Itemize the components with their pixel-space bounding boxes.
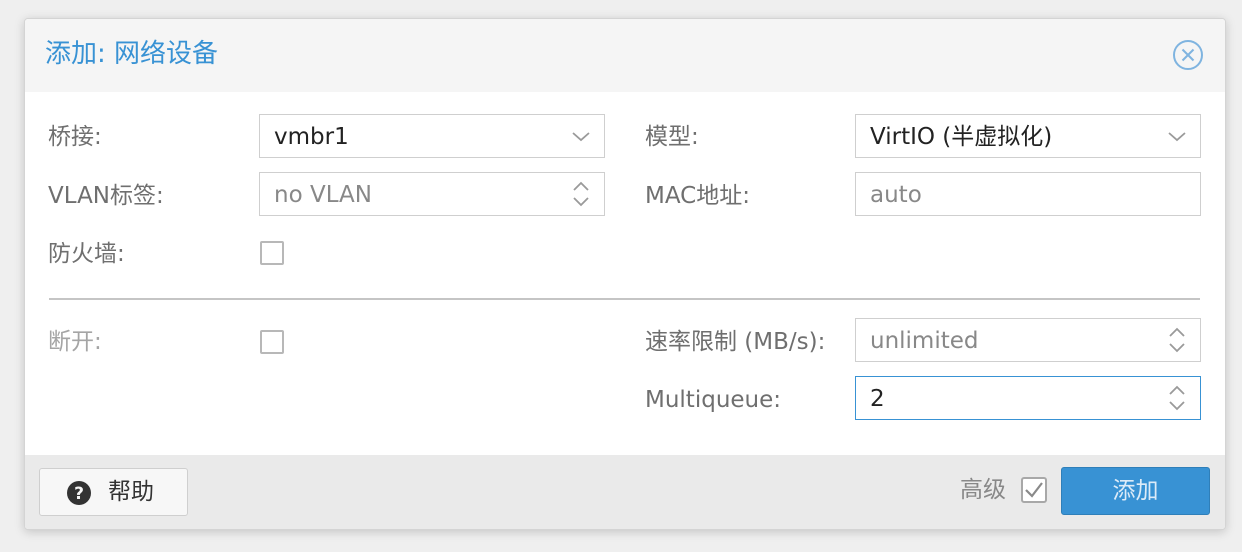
firewall-checkbox[interactable] [260,241,284,265]
dialog-title: 添加: 网络设备 [45,39,219,69]
dialog-header: 添加: 网络设备 [25,19,1225,92]
bridge-combobox[interactable]: vmbr1 [259,114,605,158]
spinner-arrows-icon[interactable] [566,178,596,210]
rate-limit-input[interactable]: unlimited [855,318,1201,362]
advanced-label: 高级 [960,477,1006,503]
dialog-footer: ? 帮助 高级 添加 [25,455,1225,529]
rate-limit-label: 速率限制 (MB/s): [645,329,826,355]
mac-address-field[interactable]: auto [855,172,1201,216]
add-button[interactable]: 添加 [1061,467,1210,515]
model-label: 模型: [645,124,699,150]
help-button[interactable]: ? 帮助 [39,468,188,516]
disconnect-label: 断开: [48,329,102,355]
chevron-down-icon[interactable] [566,120,596,152]
vlan-label: VLAN标签: [48,183,164,209]
mac-placeholder: auto [870,182,922,208]
section-divider [49,298,1200,300]
multiqueue-input[interactable]: 2 [855,376,1201,420]
add-network-device-dialog: 添加: 网络设备 桥接: vmbr1 VLAN标签: no VLAN 防火墙: … [24,18,1226,530]
model-combobox[interactable]: VirtIO (半虚拟化) [855,114,1201,158]
rate-limit-placeholder: unlimited [870,328,979,354]
vlan-placeholder: no VLAN [274,182,372,208]
svg-text:?: ? [74,484,84,504]
close-icon[interactable] [1172,39,1204,71]
spinner-arrows-icon[interactable] [1162,324,1192,356]
multiqueue-value: 2 [870,386,885,412]
model-value: VirtIO (半虚拟化) [870,124,1053,150]
multiqueue-label: Multiqueue: [645,387,782,413]
spinner-arrows-icon[interactable] [1162,382,1192,414]
chevron-down-icon[interactable] [1162,120,1192,152]
help-button-label: 帮助 [108,479,154,505]
bridge-value: vmbr1 [274,124,349,150]
vlan-tag-input[interactable]: no VLAN [259,172,605,216]
advanced-checkbox[interactable] [1021,477,1047,503]
mac-label: MAC地址: [645,183,750,209]
disconnect-checkbox[interactable] [260,330,284,354]
bridge-label: 桥接: [48,124,102,150]
firewall-label: 防火墙: [48,241,125,267]
question-circle-icon: ? [66,480,92,506]
